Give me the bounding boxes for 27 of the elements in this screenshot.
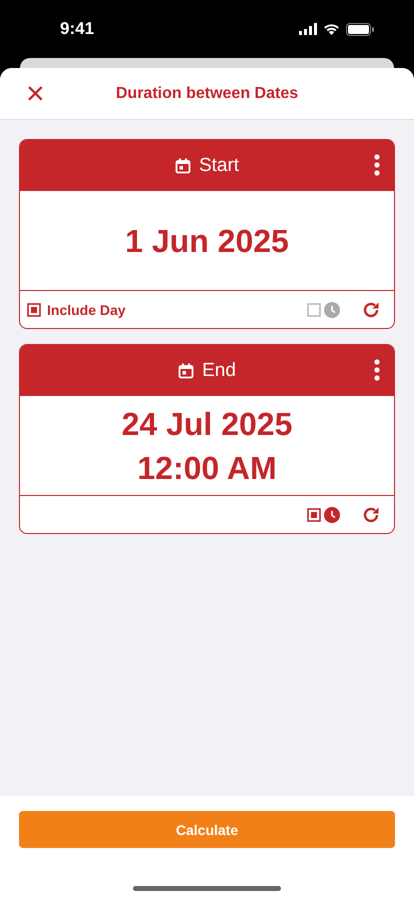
include-day-checkbox[interactable]: Include Day	[27, 302, 126, 318]
date-text: 24 Jul 2025	[122, 404, 292, 444]
battery-icon	[346, 22, 374, 36]
clock-icon	[324, 302, 340, 318]
card-title: End	[202, 360, 236, 382]
card-title: Start	[198, 154, 240, 176]
clock-icon	[324, 506, 340, 522]
checkbox-icon	[27, 302, 41, 316]
close-button[interactable]: ×	[22, 78, 49, 108]
date-display[interactable]: 24 Jul 2025 12:00 AM	[20, 396, 394, 496]
time-toggle[interactable]	[307, 506, 340, 522]
date-text: 1 Jun 2025	[125, 222, 289, 260]
calendar-icon	[178, 362, 194, 378]
date-text: 12:00 AM	[137, 448, 277, 488]
more-options-button[interactable]	[374, 154, 380, 176]
time-toggle[interactable]	[307, 302, 340, 318]
status-time: 9:41	[60, 19, 94, 39]
refresh-icon[interactable]	[362, 506, 380, 524]
checkbox-icon	[307, 508, 321, 522]
screen-title: Duration between Dates	[116, 84, 298, 102]
refresh-icon[interactable]	[362, 300, 380, 318]
checkbox-icon	[307, 302, 321, 316]
signal-icon	[299, 23, 317, 35]
wifi-icon	[323, 23, 340, 35]
date-display[interactable]: 1 Jun 2025	[20, 191, 394, 291]
calendar-icon	[174, 158, 191, 174]
more-options-button[interactable]	[374, 359, 380, 381]
